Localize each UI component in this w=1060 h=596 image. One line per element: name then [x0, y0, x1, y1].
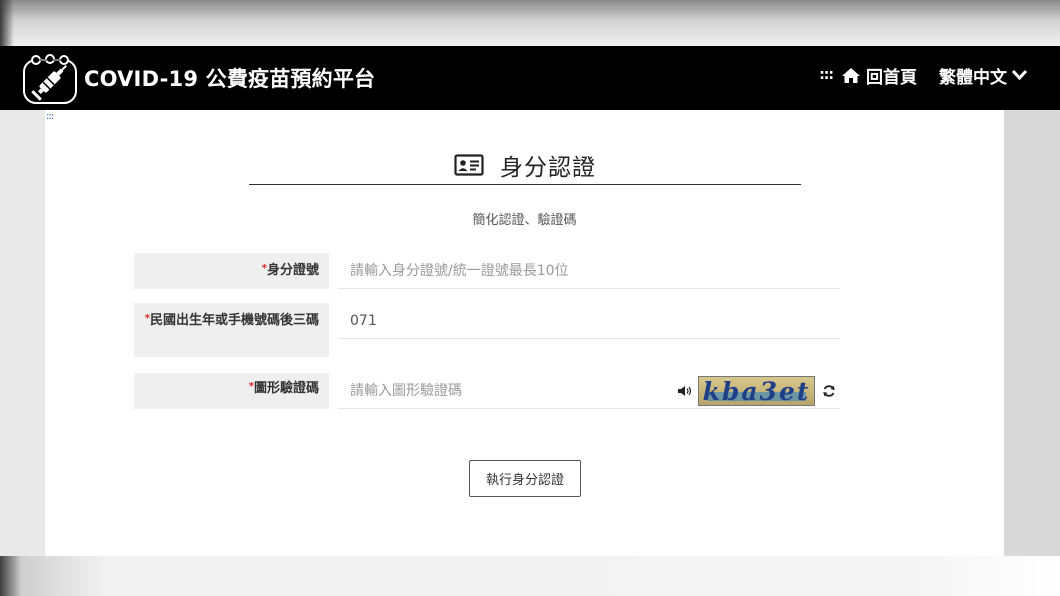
- refresh-icon[interactable]: [822, 384, 836, 398]
- chevron-down-icon: [1011, 69, 1028, 81]
- id-card-icon: [454, 154, 484, 176]
- submit-auth-button[interactable]: 執行身分認證: [469, 460, 581, 497]
- language-selector[interactable]: 繁體中文: [939, 63, 1028, 88]
- vaccine-syringe-icon[interactable]: [22, 51, 78, 105]
- captcha-tools: kba3et: [677, 376, 836, 406]
- site-title[interactable]: COVID-19 公費疫苗預約平台: [84, 63, 375, 93]
- captcha-row: *圖形驗證碼 kba3et: [134, 373, 840, 409]
- header-nav: ::: 回首頁 繁體中文: [819, 62, 1028, 88]
- home-link[interactable]: 回首頁: [841, 63, 917, 88]
- birth-year-row: *民國出生年或手機號碼後三碼: [134, 303, 840, 357]
- home-link-label: 回首頁: [866, 67, 917, 88]
- page-subtitle: 簡化認證、驗證碼: [472, 213, 577, 228]
- id-number-label: *身分證號: [134, 253, 329, 289]
- bottom-screen-shade: [0, 556, 1060, 596]
- speaker-icon[interactable]: [677, 385, 692, 397]
- required-mark: *: [261, 263, 267, 274]
- language-label: 繁體中文: [939, 67, 1007, 88]
- top-navbar: COVID-19 公費疫苗預約平台 ::: 回首頁 繁體中文: [0, 46, 1060, 110]
- home-icon: [842, 67, 860, 83]
- required-mark: *: [248, 381, 254, 392]
- birth-year-label: *民國出生年或手機號碼後三碼: [134, 303, 329, 357]
- header-access-key[interactable]: :::: [819, 67, 834, 83]
- top-screen-shade: [0, 0, 1060, 46]
- required-mark: *: [144, 313, 150, 324]
- auth-card: ::: 身分認證 簡化認證、驗證碼 *身分證號 *民國出生年或手機號碼後三碼 *…: [45, 110, 1004, 556]
- id-number-input[interactable]: [338, 253, 840, 289]
- captcha-image: kba3et: [698, 376, 815, 406]
- page-side-strip: [1004, 110, 1060, 558]
- main-access-key[interactable]: :::: [46, 112, 54, 122]
- captcha-image-text: kba3et: [702, 376, 811, 406]
- page-title: 身分認證: [500, 155, 596, 181]
- page-heading: 身分認證: [249, 146, 801, 185]
- id-number-row: *身分證號: [134, 253, 840, 289]
- captcha-label: *圖形驗證碼: [134, 373, 329, 409]
- captcha-label-text: 圖形驗證碼: [253, 381, 319, 396]
- id-number-label-text: 身分證號: [266, 263, 319, 278]
- birth-year-label-text: 民國出生年或手機號碼後三碼: [149, 313, 319, 328]
- birth-year-input[interactable]: [338, 303, 840, 339]
